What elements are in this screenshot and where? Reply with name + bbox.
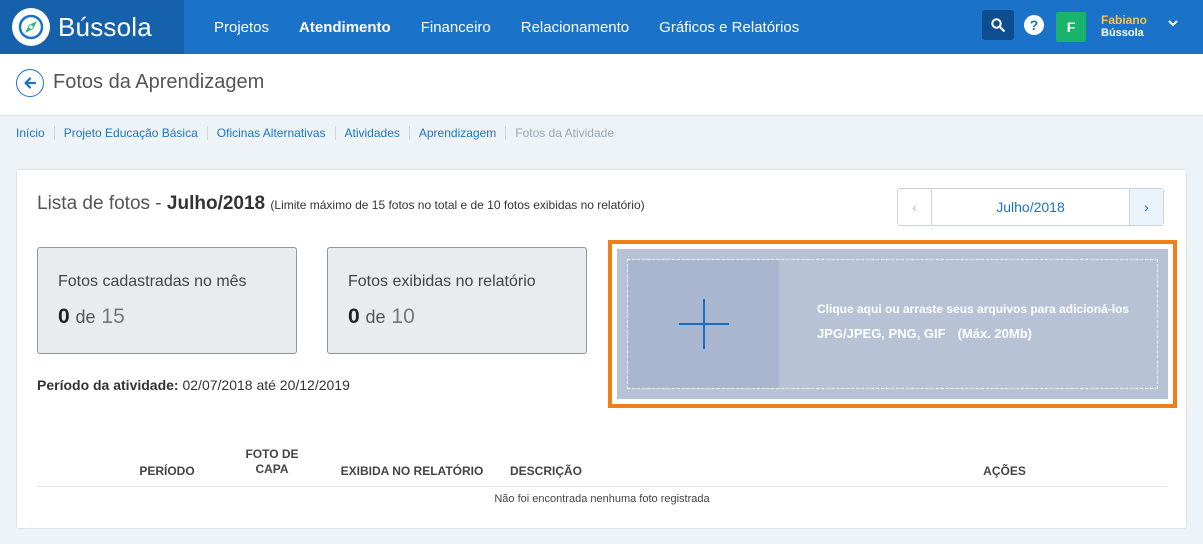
stat-value: 0 de 10 [348, 305, 415, 329]
page-header: Fotos da Aprendizagem [0, 54, 1203, 116]
period-label: Período da atividade: [37, 377, 179, 393]
user-org[interactable]: Bússola [1101, 27, 1144, 39]
stat-value: 0 de 15 [58, 305, 125, 329]
period-value: 02/07/2018 até 20/12/2019 [182, 377, 350, 393]
stat-current: 0 [348, 305, 360, 328]
arrow-left-icon [24, 77, 37, 89]
page-title: Fotos da Aprendizagem [53, 71, 265, 93]
back-button[interactable] [16, 69, 44, 97]
avatar[interactable]: F [1056, 12, 1086, 42]
breadcrumb-item-inicio[interactable]: Início [16, 126, 54, 140]
breadcrumb-item-atividades[interactable]: Atividades [334, 126, 409, 140]
search-icon [991, 18, 1005, 32]
stat-report-photos: Fotos exibidas no relatório 0 de 10 [327, 247, 587, 354]
upload-max-size: (Máx. 20Mb) [957, 326, 1032, 341]
dropzone-dashed-area[interactable]: Clique aqui ou arraste seus arquivos par… [627, 259, 1158, 389]
upload-formats: JPG/JPEG, PNG, GIF (Máx. 20Mb) [817, 326, 1032, 341]
activity-period: Período da atividade: 02/07/2018 até 20/… [37, 377, 350, 393]
next-month-button[interactable]: › [1129, 189, 1163, 225]
upload-instruction: Clique aqui ou arraste seus arquivos par… [817, 302, 1130, 316]
stat-sep: de [365, 307, 386, 327]
breadcrumb-item-oficinas[interactable]: Oficinas Alternativas [206, 126, 335, 140]
list-title-note: (Limite máximo de 15 fotos no total e de… [270, 198, 645, 212]
user-name[interactable]: Fabiano [1101, 13, 1147, 27]
breadcrumb-item-aprendizagem[interactable]: Aprendizagem [408, 126, 505, 140]
photo-list-card: Lista de fotos - Julho/2018 (Limite máxi… [16, 169, 1187, 529]
breadcrumb-item-projeto[interactable]: Projeto Educação Básica [53, 126, 207, 140]
month-navigator: ‹ Julho/2018 › [897, 188, 1164, 226]
column-header-descricao[interactable]: DESCRIÇÃO [510, 464, 600, 479]
prev-month-button[interactable]: ‹ [898, 189, 932, 225]
breadcrumb: Início Projeto Educação Básica Oficinas … [16, 126, 623, 140]
stat-registered-photos: Fotos cadastradas no mês 0 de 15 [37, 247, 297, 354]
column-header-exibida[interactable]: EXIBIDA NO RELATÓRIO [332, 464, 492, 479]
column-header-periodo[interactable]: PERÍODO [127, 464, 207, 479]
upload-dropzone[interactable]: Clique aqui ou arraste seus arquivos par… [617, 249, 1168, 399]
plus-icon [678, 299, 729, 349]
main-nav: Projetos Atendimento Financeiro Relacion… [199, 0, 814, 54]
breadcrumb-item-current: Fotos da Atividade [505, 126, 623, 140]
list-title: Lista de fotos - Julho/2018 (Limite máxi… [37, 193, 645, 215]
upload-dropzone-highlight: Clique aqui ou arraste seus arquivos par… [608, 240, 1177, 408]
compass-icon [12, 8, 50, 46]
column-header-foto-capa[interactable]: FOTO DE CAPA [237, 447, 307, 477]
stat-label: Fotos exibidas no relatório [348, 273, 536, 290]
nav-graficos-relatorios[interactable]: Gráficos e Relatórios [644, 19, 814, 36]
help-icon[interactable]: ? [1024, 15, 1044, 35]
table-divider [37, 486, 1167, 487]
top-navbar: Bússola Projetos Atendimento Financeiro … [0, 0, 1203, 54]
stat-label: Fotos cadastradas no mês [58, 273, 247, 290]
stat-current: 0 [58, 305, 70, 328]
nav-relacionamento[interactable]: Relacionamento [506, 19, 644, 36]
brand-logo[interactable]: Bússola [0, 0, 184, 54]
brand-name: Bússola [58, 11, 152, 42]
nav-financeiro[interactable]: Financeiro [406, 19, 506, 36]
list-title-prefix: Lista de fotos - [37, 193, 167, 214]
add-photo-area[interactable] [628, 260, 779, 388]
stat-total: 15 [101, 305, 125, 328]
nav-atendimento[interactable]: Atendimento [284, 19, 406, 36]
empty-table-message: Não foi encontrada nenhuma foto registra… [494, 493, 710, 505]
stat-total: 10 [391, 305, 415, 328]
search-button[interactable] [982, 10, 1014, 40]
chevron-down-icon[interactable] [1168, 16, 1178, 30]
stat-sep: de [75, 307, 96, 327]
upload-formats-list: JPG/JPEG, PNG, GIF [817, 326, 946, 341]
month-selector[interactable]: Julho/2018 [932, 189, 1129, 225]
column-header-acoes[interactable]: AÇÕES [967, 464, 1042, 479]
chevron-left-icon: ‹ [912, 199, 917, 215]
chevron-right-icon: › [1144, 199, 1149, 215]
nav-projetos[interactable]: Projetos [199, 19, 284, 36]
list-title-month: Julho/2018 [166, 193, 266, 214]
